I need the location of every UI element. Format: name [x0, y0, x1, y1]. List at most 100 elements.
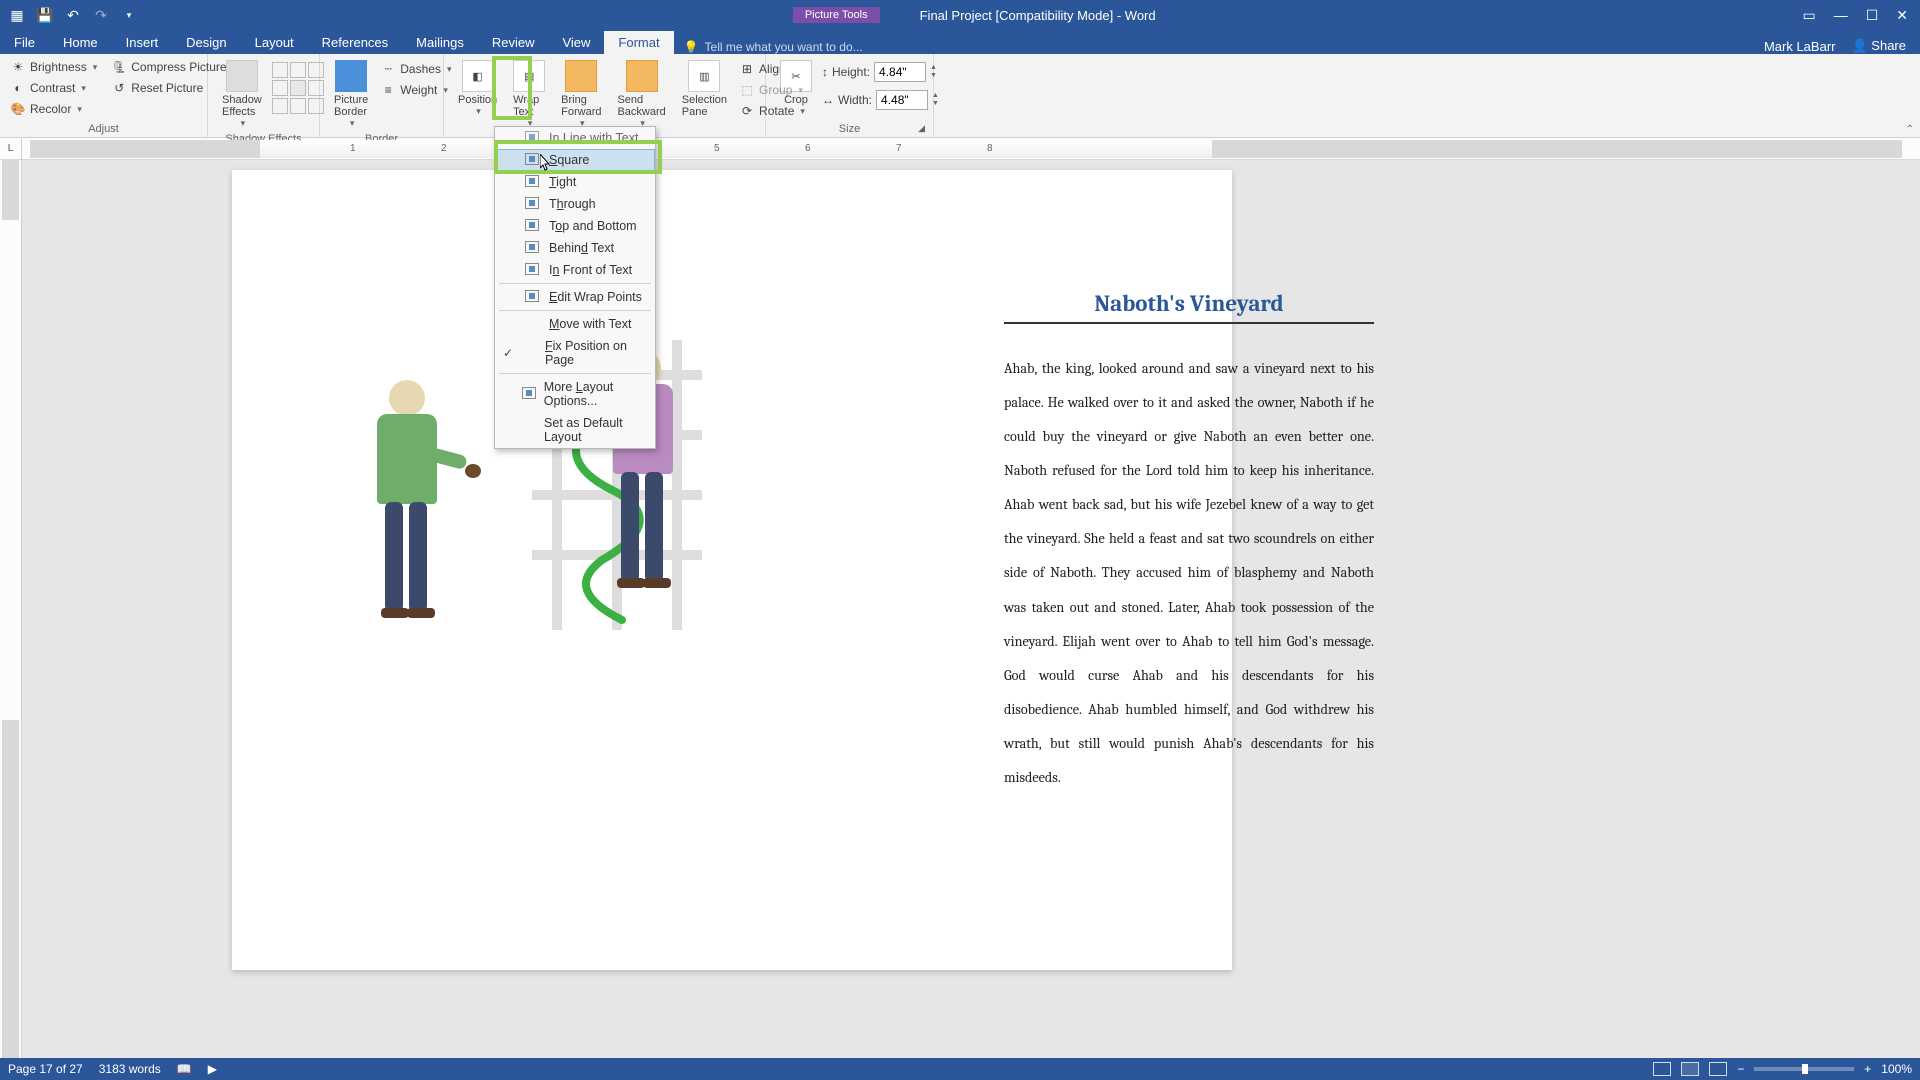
zoom-level[interactable]: 100% — [1881, 1062, 1912, 1076]
tab-mailings[interactable]: Mailings — [402, 31, 478, 54]
group-icon: ⬚ — [739, 82, 755, 98]
title-bar: ▦ 💾 ↶ ↷ ▾ Picture Tools Final Project [C… — [0, 0, 1920, 30]
maximize-icon[interactable]: ☐ — [1866, 7, 1879, 24]
width-spin-down[interactable]: ▼ — [932, 100, 939, 108]
size-dialog-launcher[interactable]: ◢ — [918, 123, 925, 134]
user-name[interactable]: Mark LaBarr — [1764, 39, 1836, 54]
ribbon-display-options-icon[interactable]: ▭ — [1802, 7, 1815, 24]
tab-home[interactable]: Home — [49, 31, 112, 54]
height-icon: ↕ — [822, 65, 828, 79]
recolor-button[interactable]: 🎨Recolor▾ — [8, 100, 99, 118]
tab-layout[interactable]: Layout — [241, 31, 308, 54]
height-field: ↕ Height: ▲▼ — [822, 62, 939, 82]
page-heading: Naboth's Vineyard — [1004, 290, 1374, 317]
weight-icon: ≡ — [380, 82, 396, 98]
height-spin-up[interactable]: ▲ — [930, 64, 937, 72]
redo-icon[interactable]: ↷ — [92, 6, 110, 24]
tab-references[interactable]: References — [308, 31, 402, 54]
collapse-ribbon-icon[interactable]: ⌃ — [1906, 124, 1914, 135]
share-button[interactable]: 👤 Share — [1851, 38, 1906, 54]
rotate-icon: ⟳ — [739, 103, 755, 119]
qat-customize-icon[interactable]: ▾ — [120, 6, 138, 24]
tell-me-search[interactable]: 💡 Tell me what you want to do... — [674, 40, 873, 54]
compress-icon: 🗜 — [111, 59, 127, 75]
vertical-ruler[interactable] — [0, 160, 22, 1058]
ribbon: ☀Brightness▾ ◐Contrast▾ 🎨Recolor▾ 🗜Compr… — [0, 54, 1920, 138]
shadow-icon — [226, 60, 258, 92]
brightness-button[interactable]: ☀Brightness▾ — [8, 58, 99, 76]
layout-options-icon — [522, 387, 536, 399]
menu-item-more-layout-options[interactable]: More Layout Options... — [495, 376, 655, 412]
horizontal-ruler[interactable]: 1 2 4 5 6 7 8 — [30, 140, 1902, 158]
tab-insert[interactable]: Insert — [112, 31, 173, 54]
tab-view[interactable]: View — [548, 31, 604, 54]
undo-icon[interactable]: ↶ — [64, 6, 82, 24]
status-page[interactable]: Page 17 of 27 — [8, 1062, 83, 1076]
nudge-shadow-button[interactable] — [272, 62, 288, 78]
dashes-button[interactable]: ┄Dashes▾ — [378, 60, 453, 78]
tab-selector[interactable]: L — [0, 138, 22, 160]
height-spin-down[interactable]: ▼ — [930, 72, 937, 80]
position-button[interactable]: ◧ Position▾ — [452, 58, 503, 119]
zoom-out-button[interactable]: − — [1737, 1062, 1744, 1076]
nudge-shadow-button[interactable] — [290, 98, 306, 114]
brightness-icon: ☀ — [10, 59, 26, 75]
nudge-shadow-button[interactable] — [272, 80, 288, 96]
menu-item-top-bottom[interactable]: Top and Bottom — [495, 215, 655, 237]
nudge-shadow-button[interactable] — [290, 80, 306, 96]
tab-design[interactable]: Design — [172, 31, 240, 54]
menu-item-tight[interactable]: Tight — [495, 171, 655, 193]
ruler-row: L 1 2 4 5 6 7 8 — [0, 138, 1920, 160]
lightbulb-icon: 💡 — [684, 40, 699, 54]
width-input[interactable] — [876, 90, 928, 110]
send-backward-button[interactable]: Send Backward▾ — [611, 58, 671, 131]
shadow-effects-button[interactable]: Shadow Effects▾ — [216, 58, 268, 131]
contrast-button[interactable]: ◐Contrast▾ — [8, 79, 99, 97]
tab-review[interactable]: Review — [478, 31, 549, 54]
minimize-icon[interactable]: — — [1834, 7, 1848, 23]
menu-item-inline[interactable]: In Line with Text — [495, 127, 655, 149]
status-words[interactable]: 3183 words — [99, 1062, 161, 1076]
document-page[interactable]: Naboth's Vineyard Ahab, the king, looked… — [232, 170, 1232, 970]
print-layout-button[interactable] — [1681, 1062, 1699, 1076]
wrap-text-button[interactable]: ▤ Wrap Text▾ — [507, 58, 551, 131]
read-mode-button[interactable] — [1653, 1062, 1671, 1076]
group-button[interactable]: ⬚Group▾ — [737, 81, 807, 99]
selection-pane-button[interactable]: ▥ Selection Pane — [676, 58, 733, 120]
menu-item-infront[interactable]: In Front of Text — [495, 259, 655, 281]
word-icon: ▦ — [8, 6, 26, 24]
tab-format[interactable]: Format — [604, 31, 673, 54]
menu-item-move-with-text[interactable]: Move with Text — [495, 313, 655, 335]
width-icon: ↔ — [822, 93, 834, 107]
ribbon-tabs: File Home Insert Design Layout Reference… — [0, 30, 1920, 54]
inline-icon — [525, 131, 539, 143]
close-icon[interactable]: ✕ — [1896, 7, 1908, 24]
menu-item-behind[interactable]: Behind Text — [495, 237, 655, 259]
spellcheck-icon[interactable]: 📖 — [177, 1062, 192, 1076]
web-layout-button[interactable] — [1709, 1062, 1727, 1076]
nudge-shadow-button[interactable] — [272, 98, 288, 114]
weight-button[interactable]: ≡Weight▾ — [378, 81, 453, 99]
bring-forward-button[interactable]: Bring Forward▾ — [555, 58, 607, 131]
macro-icon[interactable]: ▶ — [208, 1062, 217, 1076]
tab-file[interactable]: File — [0, 31, 49, 54]
menu-item-fix-position[interactable]: ✓Fix Position on Page — [495, 335, 655, 371]
recolor-icon: 🎨 — [10, 101, 26, 117]
picture-border-button[interactable]: Picture Border▾ — [328, 58, 374, 131]
wrap-text-menu: In Line with Text Square Tight Through T… — [494, 126, 656, 449]
nudge-shadow-button[interactable] — [290, 62, 306, 78]
group-shadow-effects: Shadow Effects▾ Shadow Effects — [208, 54, 320, 137]
heading-rule — [1004, 322, 1374, 324]
zoom-slider[interactable] — [1754, 1067, 1854, 1071]
height-input[interactable] — [874, 62, 926, 82]
position-icon: ◧ — [462, 60, 494, 92]
selection-pane-icon: ▥ — [688, 60, 720, 92]
zoom-in-button[interactable]: + — [1864, 1062, 1871, 1076]
width-spin-up[interactable]: ▲ — [932, 92, 939, 100]
menu-item-edit-wrap-points[interactable]: Edit Wrap Points — [495, 286, 655, 308]
menu-item-set-default-layout[interactable]: Set as Default Layout — [495, 412, 655, 448]
save-icon[interactable]: 💾 — [36, 6, 54, 24]
menu-item-through[interactable]: Through — [495, 193, 655, 215]
width-field: ↔ Width: ▲▼ — [822, 90, 939, 110]
menu-item-square[interactable]: Square — [495, 149, 655, 171]
